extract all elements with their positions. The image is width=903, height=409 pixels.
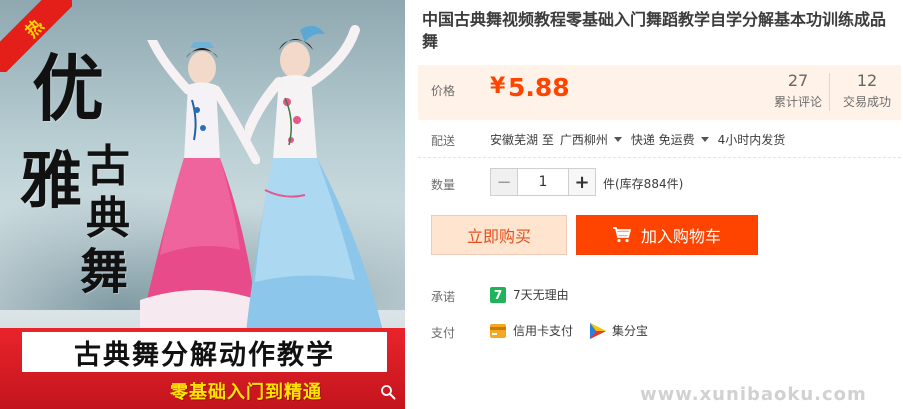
price-label: 价格 [431, 84, 456, 98]
watermark: www.xunibaoku.com [640, 384, 867, 405]
reviews-label: 累计评论 [773, 95, 822, 109]
product-title: 中国古典舞视频教程零基础入门舞蹈教学自学分解基本功训练成品舞 [422, 10, 887, 51]
shipping-option-select[interactable]: 快递 免运费 [631, 131, 695, 148]
price-value: 5.88 [508, 73, 570, 102]
dancer-blue-figure [245, 25, 385, 340]
image-banner-subtitle: 零基础入门到精通 [170, 382, 322, 403]
chevron-down-icon[interactable] [700, 137, 709, 142]
jifenbao-icon [590, 322, 607, 339]
dispatch-time: 4小时内发货 [717, 133, 786, 147]
calligraphy-ya: 雅 [20, 144, 83, 217]
magnifier-icon[interactable] [380, 384, 396, 400]
delivery-origin: 安徽芜湖 至 [490, 133, 554, 147]
quantity-label: 数量 [431, 178, 456, 192]
stat-divider [829, 73, 830, 111]
payment-row: 信用卡支付 集分宝 [490, 322, 648, 339]
jifenbao-payment[interactable]: 集分宝 [612, 322, 648, 339]
price-currency-symbol: ¥ [490, 74, 506, 99]
chevron-down-icon[interactable] [613, 137, 622, 142]
trades-label: 交易成功 [842, 95, 891, 109]
payment-label: 支付 [431, 326, 456, 340]
add-to-cart-label: 加入购物车 [640, 227, 721, 246]
reviews-count: 27 [787, 71, 809, 90]
price-panel: 价格 ¥ 5.88 27 累计评论 12 交易成功 [418, 65, 901, 120]
quantity-stock: 件(库存884件) [603, 177, 684, 191]
promise-row[interactable]: 7 7天无理由 [490, 286, 569, 303]
shopping-cart-icon [612, 227, 631, 243]
reviews-stat[interactable]: 27 累计评论 [768, 71, 828, 110]
delivery-row: 安徽芜湖 至 广西柳州 快递 免运费 4小时内发货 [490, 131, 785, 148]
quantity-increase-button[interactable]: + [568, 168, 596, 196]
add-to-cart-button[interactable]: 加入购物车 [576, 215, 758, 255]
seven-days-return-icon: 7 [490, 286, 506, 303]
credit-card-icon [490, 323, 506, 338]
quantity-decrease-button[interactable]: − [490, 168, 518, 196]
trades-stat: 12 交易成功 [837, 71, 897, 110]
calligraphy-wu: 舞 [80, 244, 129, 300]
trades-count: 12 [856, 71, 878, 90]
quantity-stepper: − 1 + [490, 168, 596, 196]
calligraphy-you: 优 [32, 46, 105, 131]
delivery-label: 配送 [431, 134, 456, 148]
promise-label: 承诺 [431, 290, 456, 304]
product-main-image[interactable]: 热 优 雅 古 典 舞 古典舞分解动作教学 零基础入门到精通 [0, 0, 405, 409]
image-banner-title: 古典舞分解动作教学 [22, 332, 387, 372]
credit-card-payment[interactable]: 信用卡支付 [513, 322, 573, 339]
buy-now-button[interactable]: 立即购买 [431, 215, 567, 255]
quantity-input[interactable]: 1 [518, 168, 568, 196]
promise-text: 7天无理由 [513, 288, 569, 302]
dancer-pink-figure [140, 40, 260, 330]
delivery-destination-select[interactable]: 广西柳州 [560, 131, 608, 148]
divider [418, 157, 901, 158]
